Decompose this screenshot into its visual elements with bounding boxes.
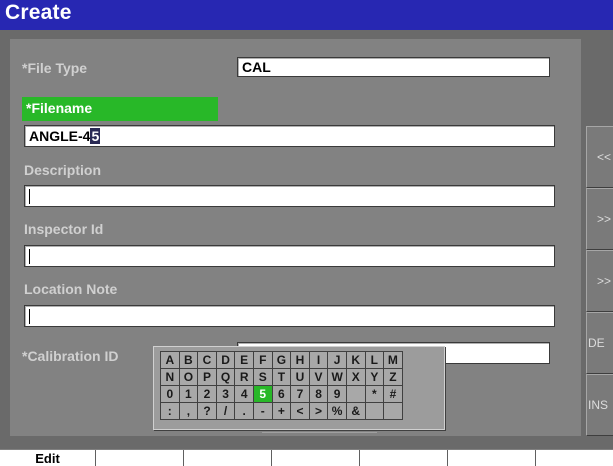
key-v[interactable]: V [308,368,329,386]
key-blank-2[interactable] [383,402,403,420]
key-hash[interactable]: # [383,385,403,403]
key-u[interactable]: U [290,368,310,386]
side-button-next[interactable]: >> [586,188,613,250]
file-type-label: *File Type [22,60,88,76]
key-plus[interactable]: + [271,402,292,420]
key-m[interactable]: M [383,351,403,369]
key-5-selected[interactable]: 5 [252,385,273,403]
key-1[interactable]: 1 [178,385,199,403]
key-space[interactable] [345,385,366,403]
keyboard-row-2: N O P Q R S T U V W X Y Z [160,368,403,386]
key-t[interactable]: T [271,368,292,386]
side-button-next-2-label: >> [597,274,612,288]
key-n[interactable]: N [160,368,180,386]
file-type-value: CAL [242,59,271,75]
key-i[interactable]: I [308,351,329,369]
key-c[interactable]: C [197,351,217,369]
key-percent[interactable]: % [327,402,347,420]
key-greater-than[interactable]: > [308,402,329,420]
key-q[interactable]: Q [215,368,236,386]
tab-3[interactable] [184,450,272,466]
key-7[interactable]: 7 [290,385,310,403]
key-f[interactable]: F [252,351,273,369]
location-note-label: Location Note [24,281,118,297]
side-button-delete[interactable]: DE [586,312,613,374]
inspector-id-cursor [29,249,30,264]
key-r[interactable]: R [234,368,254,386]
keyboard-row-4: : , ? / . - + < > % & [160,402,403,420]
key-ampersand[interactable]: & [345,402,366,420]
keyboard-row-3: 0 1 2 3 4 5 6 7 8 9 * # [160,385,403,403]
key-4[interactable]: 4 [234,385,254,403]
key-asterisk[interactable]: * [364,385,385,403]
key-y[interactable]: Y [364,368,385,386]
tab-7[interactable] [536,450,613,466]
tab-edit[interactable]: Edit [0,450,96,466]
key-2[interactable]: 2 [197,385,217,403]
key-comma[interactable]: , [178,402,199,420]
inspector-id-label: Inspector Id [24,221,104,237]
key-a[interactable]: A [160,351,180,369]
key-h[interactable]: H [290,351,310,369]
key-s[interactable]: S [252,368,273,386]
calibration-id-label: *Calibration ID [22,348,119,364]
description-field[interactable] [24,185,555,207]
window-title: Create [5,1,72,24]
title-bar: Create [0,0,613,30]
key-minus[interactable]: - [252,402,273,420]
key-j[interactable]: J [327,351,347,369]
key-question[interactable]: ? [197,402,217,420]
key-k[interactable]: K [345,351,366,369]
key-g[interactable]: G [271,351,292,369]
location-note-field[interactable] [24,305,555,327]
key-less-than[interactable]: < [290,402,310,420]
divider-line [262,432,377,433]
key-w[interactable]: W [327,368,347,386]
key-e[interactable]: E [234,351,254,369]
tab-6[interactable] [448,450,536,466]
description-label: Description [24,162,102,178]
location-note-cursor [29,309,30,324]
side-button-next-2[interactable]: >> [586,250,613,312]
side-button-delete-label: DE [588,336,605,350]
key-6[interactable]: 6 [271,385,292,403]
key-o[interactable]: O [178,368,199,386]
key-x[interactable]: X [345,368,366,386]
key-9[interactable]: 9 [327,385,347,403]
inspector-id-field[interactable] [24,245,555,267]
key-3[interactable]: 3 [215,385,236,403]
filename-cursor: 5 [90,128,101,144]
key-b[interactable]: B [178,351,199,369]
key-0[interactable]: 0 [160,385,180,403]
side-button-prev[interactable]: << [586,126,613,188]
key-l[interactable]: L [364,351,385,369]
key-period[interactable]: . [234,402,254,420]
side-button-next-label: >> [597,212,612,226]
key-p[interactable]: P [197,368,217,386]
description-cursor [29,189,30,204]
bottom-tab-bar: Edit [0,449,613,466]
keyboard-row-1: A B C D E F G H I J K L M [160,351,403,369]
tab-2[interactable] [96,450,184,466]
filename-field[interactable]: ANGLE-45 [24,125,555,147]
side-button-insert-label: INS [588,398,609,412]
key-colon[interactable]: : [160,402,180,420]
tab-5[interactable] [360,450,448,466]
key-slash[interactable]: / [215,402,236,420]
key-8[interactable]: 8 [308,385,329,403]
tab-4[interactable] [272,450,360,466]
side-button-prev-label: << [597,150,612,164]
filename-text: ANGLE-4 [29,128,91,144]
key-blank-1[interactable] [364,402,385,420]
key-d[interactable]: D [215,351,236,369]
filename-label: *Filename [22,97,218,121]
virtual-keyboard: A B C D E F G H I J K L M N O P Q R S T … [153,346,445,430]
file-type-field[interactable]: CAL [237,57,550,77]
key-z[interactable]: Z [383,368,403,386]
side-button-insert[interactable]: INS [586,374,613,436]
